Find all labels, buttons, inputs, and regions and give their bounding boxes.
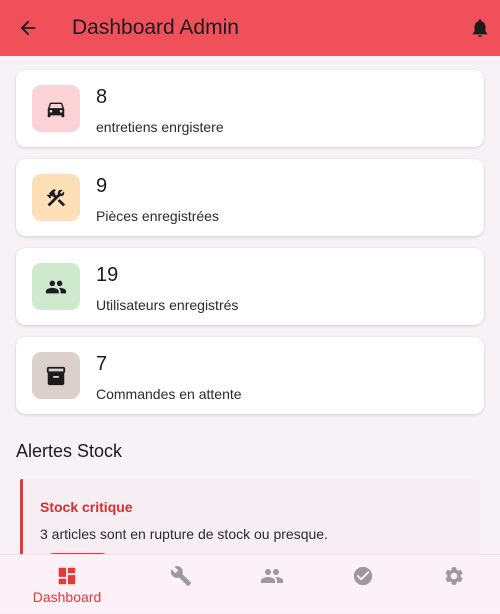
people-icon: [261, 569, 283, 583]
stat-card-orders[interactable]: 7 Commandes en attente: [16, 337, 484, 414]
nav-item-validation[interactable]: [318, 555, 408, 614]
wrench-icon: [170, 566, 192, 587]
arrow-back-icon: [20, 20, 36, 36]
stat-icon-box: [32, 352, 80, 399]
stat-icon-box: [32, 85, 80, 132]
check-circle-icon: [353, 566, 373, 586]
alert-title: Stock critique: [40, 499, 133, 515]
stat-icon-box: [32, 263, 80, 310]
stat-label: Utilisateurs enregistrés: [96, 297, 239, 313]
dashboard-icon: [58, 567, 76, 585]
gear-icon: [445, 567, 463, 585]
people-icon: [45, 280, 67, 293]
stat-count: 7: [96, 353, 108, 375]
car-icon: [47, 102, 65, 117]
bell-icon: [472, 19, 488, 38]
nav-item-dashboard[interactable]: Dashboard: [22, 555, 112, 614]
nav-item-maintenance[interactable]: [136, 555, 226, 614]
alert-message: 3 articles sont en rupture de stock ou p…: [40, 526, 328, 542]
tools-icon: [46, 188, 66, 206]
stat-icon-box: [32, 174, 80, 221]
archive-icon: [46, 366, 66, 385]
stat-label: Pièces enregistrées: [96, 208, 219, 224]
bottom-navigation: Dashboard: [0, 554, 500, 613]
stat-label: Commandes en attente: [96, 386, 242, 402]
stat-count: 19: [96, 264, 119, 286]
stat-count: 8: [96, 86, 108, 108]
dashboard-content[interactable]: 8 entretiens enrgistere 9 Pièces enregis…: [0, 56, 500, 554]
stat-card-parts[interactable]: 9 Pièces enregistrées: [16, 159, 484, 236]
stat-card-maintenance[interactable]: 8 entretiens enrgistere: [16, 70, 484, 147]
notifications-button[interactable]: [460, 0, 500, 56]
app-bar: Dashboard Admin: [0, 0, 500, 56]
page-title: Dashboard Admin: [72, 16, 239, 39]
stat-count: 9: [96, 175, 108, 197]
back-button[interactable]: [0, 0, 56, 56]
nav-label-dashboard: Dashboard: [32, 589, 102, 605]
section-title-stock-alerts: Alertes Stock: [16, 441, 123, 461]
stock-alert-card[interactable]: Stock critique 3 articles sont en ruptur…: [20, 479, 480, 554]
stat-card-users[interactable]: 19 Utilisateurs enregistrés: [16, 248, 484, 325]
nav-item-settings[interactable]: [409, 555, 499, 614]
nav-item-users[interactable]: [227, 555, 317, 614]
stat-label: entretiens enrgistere: [96, 119, 224, 135]
